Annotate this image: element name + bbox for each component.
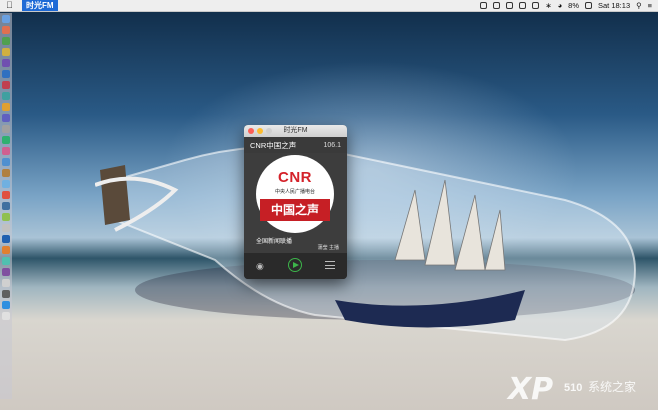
dock-app-icon[interactable]: [2, 301, 10, 309]
dock-app-icon[interactable]: [2, 268, 10, 276]
dock-app-icon[interactable]: [2, 26, 10, 34]
dock-app-icon[interactable]: [2, 92, 10, 100]
dock-app-icon[interactable]: [2, 114, 10, 122]
dock-app-icon[interactable]: [2, 81, 10, 89]
dock-app-icon[interactable]: [2, 213, 10, 221]
notification-center-icon[interactable]: ≡: [648, 1, 652, 10]
dock-app-icon[interactable]: [2, 235, 10, 243]
program-name: 全国新闻联播: [256, 239, 293, 245]
dock: [0, 13, 12, 399]
dock-app-icon[interactable]: [2, 103, 10, 111]
bluetooth-icon[interactable]: ∗: [545, 1, 551, 10]
site-watermark: XP 510 系统之家: [508, 372, 648, 407]
status-area: ∗ ◕ 8% Sat 18:13 ⚲ ≡: [480, 0, 652, 11]
dock-app-icon[interactable]: [2, 59, 10, 67]
dock-app-icon[interactable]: [2, 279, 10, 287]
dock-app-icon[interactable]: [2, 169, 10, 177]
logo-cnr-text: CNR: [278, 169, 312, 186]
apple-icon[interactable]: : [6, 1, 15, 10]
dock-app-icon[interactable]: [2, 37, 10, 45]
dock-app-icon[interactable]: [2, 202, 10, 210]
dock-app-icon[interactable]: [2, 312, 10, 320]
dock-app-icon[interactable]: [2, 290, 10, 298]
search-icon[interactable]: ⚲: [636, 1, 642, 10]
tray-app-icon[interactable]: [532, 2, 540, 9]
watermark-xp: XP: [508, 372, 554, 407]
app-menu-name[interactable]: 时光FM: [22, 0, 58, 11]
dock-app-icon[interactable]: [2, 15, 10, 23]
zoom-button[interactable]: [266, 128, 272, 134]
dock-app-icon[interactable]: [2, 257, 10, 265]
dock-app-icon[interactable]: [2, 246, 10, 254]
watermark-number: 510: [564, 382, 583, 394]
fm-player-window: 时光FM CNR中国之声 106.1 CNR 中央人民广播电台 中国之声 全国新…: [244, 125, 347, 279]
tray-app-icon[interactable]: [506, 2, 514, 9]
dock-app-icon[interactable]: [2, 191, 10, 199]
tray-app-icon[interactable]: [519, 2, 527, 9]
station-frequency: 106.1: [323, 141, 341, 149]
weibo-share-icon[interactable]: ◉: [256, 261, 267, 271]
menu-bar:  时光FM ∗ ◕ 8% Sat 18:13 ⚲ ≡: [0, 0, 658, 12]
clock[interactable]: Sat 18:13: [598, 1, 630, 10]
tray-app-icon[interactable]: [480, 2, 488, 9]
battery-icon[interactable]: [585, 2, 592, 9]
play-button[interactable]: [288, 258, 302, 272]
watermark-text: 系统之家: [588, 380, 637, 394]
dock-app-icon[interactable]: [2, 136, 10, 144]
station-header: CNR中国之声 106.1: [244, 137, 347, 153]
dock-app-icon[interactable]: [2, 70, 10, 78]
menu-icon[interactable]: [325, 261, 335, 269]
station-artwork: CNR 中央人民广播电台 中国之声 全国新闻联播 蒲莹 主播: [244, 153, 347, 253]
wifi-icon[interactable]: ◕: [558, 1, 563, 10]
dock-app-icon[interactable]: [2, 224, 10, 232]
cnr-logo: CNR 中央人民广播电台 中国之声: [256, 155, 334, 233]
station-name: CNR中国之声: [250, 140, 297, 150]
dock-app-icon[interactable]: [2, 180, 10, 188]
dock-app-icon[interactable]: [2, 158, 10, 166]
dock-app-icon[interactable]: [2, 125, 10, 133]
playback-controls: ◉: [244, 253, 347, 279]
window-titlebar[interactable]: 时光FM: [244, 125, 347, 137]
dock-app-icon[interactable]: [2, 48, 10, 56]
battery-percent[interactable]: 8%: [568, 1, 579, 10]
logo-subtitle: 中央人民广播电台: [274, 189, 315, 195]
bottle-on-beach-illustration: [95, 145, 637, 342]
logo-channel-name: 中国之声: [260, 199, 330, 221]
close-button[interactable]: [248, 128, 254, 134]
tray-app-icon[interactable]: [493, 2, 501, 9]
dock-app-icon[interactable]: [2, 147, 10, 155]
minimize-button[interactable]: [257, 128, 263, 134]
host-name: 蒲莹 主播: [317, 245, 339, 251]
